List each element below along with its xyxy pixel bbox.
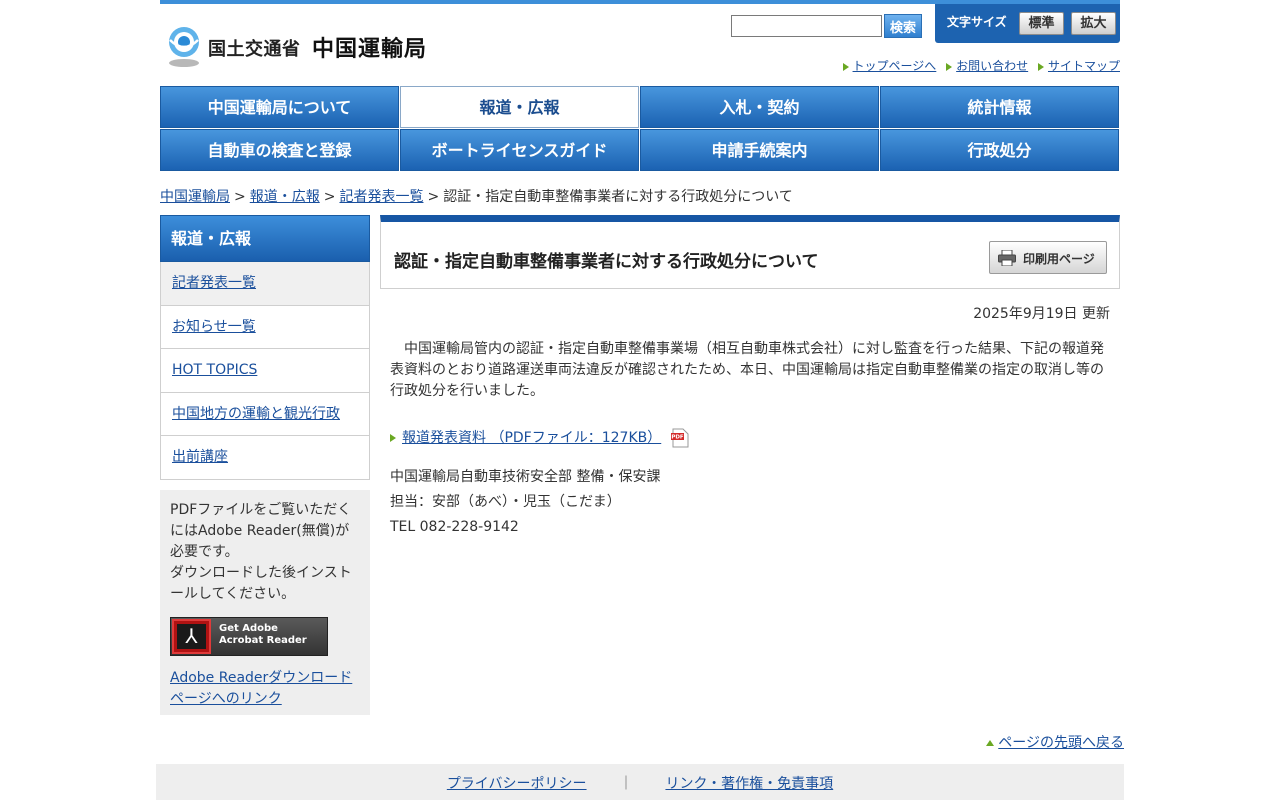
title-box: 認証・指定自動車整備事業者に対する行政処分について 印刷用ページ xyxy=(380,215,1120,289)
font-size-large-button[interactable]: 拡大 xyxy=(1071,12,1116,35)
search-input[interactable] xyxy=(731,15,882,37)
nav-boat-license[interactable]: ボートライセンスガイド xyxy=(400,129,639,171)
adobe-badge-line1: Get Adobe xyxy=(219,623,278,634)
sidebar: 報道・広報 記者発表一覧 お知らせ一覧 HOT TOPICS 中国地方の運輸と観… xyxy=(160,215,370,715)
arrow-right-icon xyxy=(1037,62,1044,71)
print-page-button[interactable]: 印刷用ページ xyxy=(989,241,1107,274)
breadcrumb-current: 認証・指定自動車整備事業者に対する行政処分について xyxy=(443,189,793,205)
back-to-top-link[interactable]: ページの先頭へ戻る xyxy=(998,735,1124,751)
arrow-right-icon xyxy=(390,434,396,442)
breadcrumb-link-home[interactable]: 中国運輸局 xyxy=(160,189,230,205)
site-logo[interactable]: 国土交通省 中国運輸局 xyxy=(166,26,456,68)
font-size-label: 文字サイズ xyxy=(947,15,1007,29)
sidebar-item-notices[interactable]: お知らせ一覧 xyxy=(160,305,370,349)
arrow-right-icon xyxy=(842,62,849,71)
sidebar-item-lectures[interactable]: 出前講座 xyxy=(160,436,370,480)
privacy-policy-link[interactable]: プライバシーポリシー xyxy=(447,776,587,792)
contact-info: 中国運輸局自動車技術安全部 整備・保安課 担当：安部（あべ）・児玉（こだま） T… xyxy=(390,465,660,540)
arrow-right-icon xyxy=(946,62,953,71)
nav-administrative-action[interactable]: 行政処分 xyxy=(880,129,1119,171)
printer-icon xyxy=(998,250,1016,266)
nav-press[interactable]: 報道・広報 xyxy=(400,86,639,128)
contact-phone: TEL 082-228-9142 xyxy=(390,519,519,535)
nav-bidding[interactable]: 入札・契約 xyxy=(640,86,879,128)
page-title: 認証・指定自動車整備事業者に対する行政処分について xyxy=(394,252,819,272)
updated-date: 2025年9月19日 更新 xyxy=(973,306,1110,322)
nav-about[interactable]: 中国運輸局について xyxy=(160,86,399,128)
nav-statistics[interactable]: 統計情報 xyxy=(880,86,1119,128)
print-page-label: 印刷用ページ xyxy=(1023,252,1095,266)
sitemap-link[interactable]: サイトマップ xyxy=(1048,59,1120,73)
breadcrumb: 中国運輸局 > 報道・広報 > 記者発表一覧 > 認証・指定自動車整備事業者に対する行政処分… xyxy=(160,186,793,206)
breadcrumb-link-press[interactable]: 報道・広報 xyxy=(250,189,320,205)
bureau-name: 中国運輸局 xyxy=(312,37,428,62)
page: 国土交通省 中国運輸局 検索 文字サイズ 標準 拡大 トップページへ お問い合わ… xyxy=(156,0,1124,800)
breadcrumb-link-press-list[interactable]: 記者発表一覧 xyxy=(339,189,423,205)
breadcrumb-separator: > xyxy=(323,189,336,205)
svg-text:PDF: PDF xyxy=(671,435,684,441)
sidebar-item-label[interactable]: 中国地方の運輸と観光行政 xyxy=(172,406,340,422)
main-content: 認証・指定自動車整備事業者に対する行政処分について 印刷用ページ 2025年9月… xyxy=(380,215,1120,535)
pdf-note-text: PDFファイルをご覧いただくにはAdobe Reader(無償)が必要です。 xyxy=(170,502,352,560)
link-copyright-disclaimer-link[interactable]: リンク・著作権・免責事項 xyxy=(665,776,833,792)
utility-links: トップページへ お問い合わせ サイトマップ xyxy=(837,57,1120,74)
footer: プライバシーポリシー ｜ リンク・著作権・免責事項 xyxy=(156,764,1124,800)
contact-department: 中国運輸局自動車技術安全部 整備・保安課 xyxy=(390,469,661,485)
sidebar-item-press-list[interactable]: 記者発表一覧 xyxy=(160,262,370,306)
adobe-badge-line2: Acrobat Reader xyxy=(219,635,307,646)
sidebar-item-label[interactable]: HOT TOPICS xyxy=(172,362,257,378)
arrow-up-icon xyxy=(986,740,995,746)
pdf-reader-notice: PDFファイルをご覧いただくにはAdobe Reader(無償)が必要です。 ダ… xyxy=(160,490,370,715)
breadcrumb-separator: > xyxy=(427,189,440,205)
page-top: ページの先頭へ戻る xyxy=(986,732,1124,752)
press-release-pdf-row: 報道発表資料 （PDFファイル：127KB） PDF xyxy=(390,427,690,448)
ministry-name: 国土交通省 xyxy=(208,39,301,60)
search-button[interactable]: 検索 xyxy=(884,14,922,38)
mlit-logo-icon xyxy=(169,27,199,67)
pdf-install-text: ダウンロードした後インストールしてください。 xyxy=(170,565,352,602)
breadcrumb-separator: > xyxy=(234,189,246,205)
font-size-panel: 文字サイズ 標準 拡大 xyxy=(935,4,1120,43)
sidebar-item-label[interactable]: お知らせ一覧 xyxy=(172,319,256,335)
nav-procedures[interactable]: 申請手続案内 xyxy=(640,129,879,171)
footer-separator: ｜ xyxy=(619,776,633,792)
font-size-standard-button[interactable]: 標準 xyxy=(1019,12,1064,35)
article-body: 中国運輸局管内の認証・指定自動車整備事業場（相互自動車株式会社）に対し監査を行っ… xyxy=(390,341,1104,399)
sidebar-item-label[interactable]: 記者発表一覧 xyxy=(172,275,256,291)
get-adobe-reader-button[interactable]: ⅄ Get Adobe Acrobat Reader xyxy=(170,617,328,656)
contact-person: 担当：安部（あべ）・児玉（こだま） xyxy=(390,494,621,510)
adobe-reader-download-link[interactable]: Adobe Readerダウンロードページへのリンク xyxy=(170,668,360,710)
contact-link[interactable]: お問い合わせ xyxy=(956,59,1028,73)
sidebar-item-label[interactable]: 出前講座 xyxy=(172,449,228,465)
adobe-acrobat-icon: ⅄ xyxy=(172,619,211,654)
sidebar-item-hot-topics[interactable]: HOT TOPICS xyxy=(160,349,370,393)
sidebar-heading: 報道・広報 xyxy=(160,215,370,262)
top-page-link[interactable]: トップページへ xyxy=(853,59,937,73)
nav-vehicle-inspection[interactable]: 自動車の検査と登録 xyxy=(160,129,399,171)
pdf-file-icon: PDF xyxy=(670,428,689,448)
press-release-pdf-link[interactable]: 報道発表資料 （PDFファイル：127KB） xyxy=(402,430,661,446)
global-nav: 中国運輸局について 報道・広報 入札・契約 統計情報 自動車の検査と登録 ボート… xyxy=(160,86,1122,172)
sidebar-item-transport-tourism[interactable]: 中国地方の運輸と観光行政 xyxy=(160,392,370,436)
